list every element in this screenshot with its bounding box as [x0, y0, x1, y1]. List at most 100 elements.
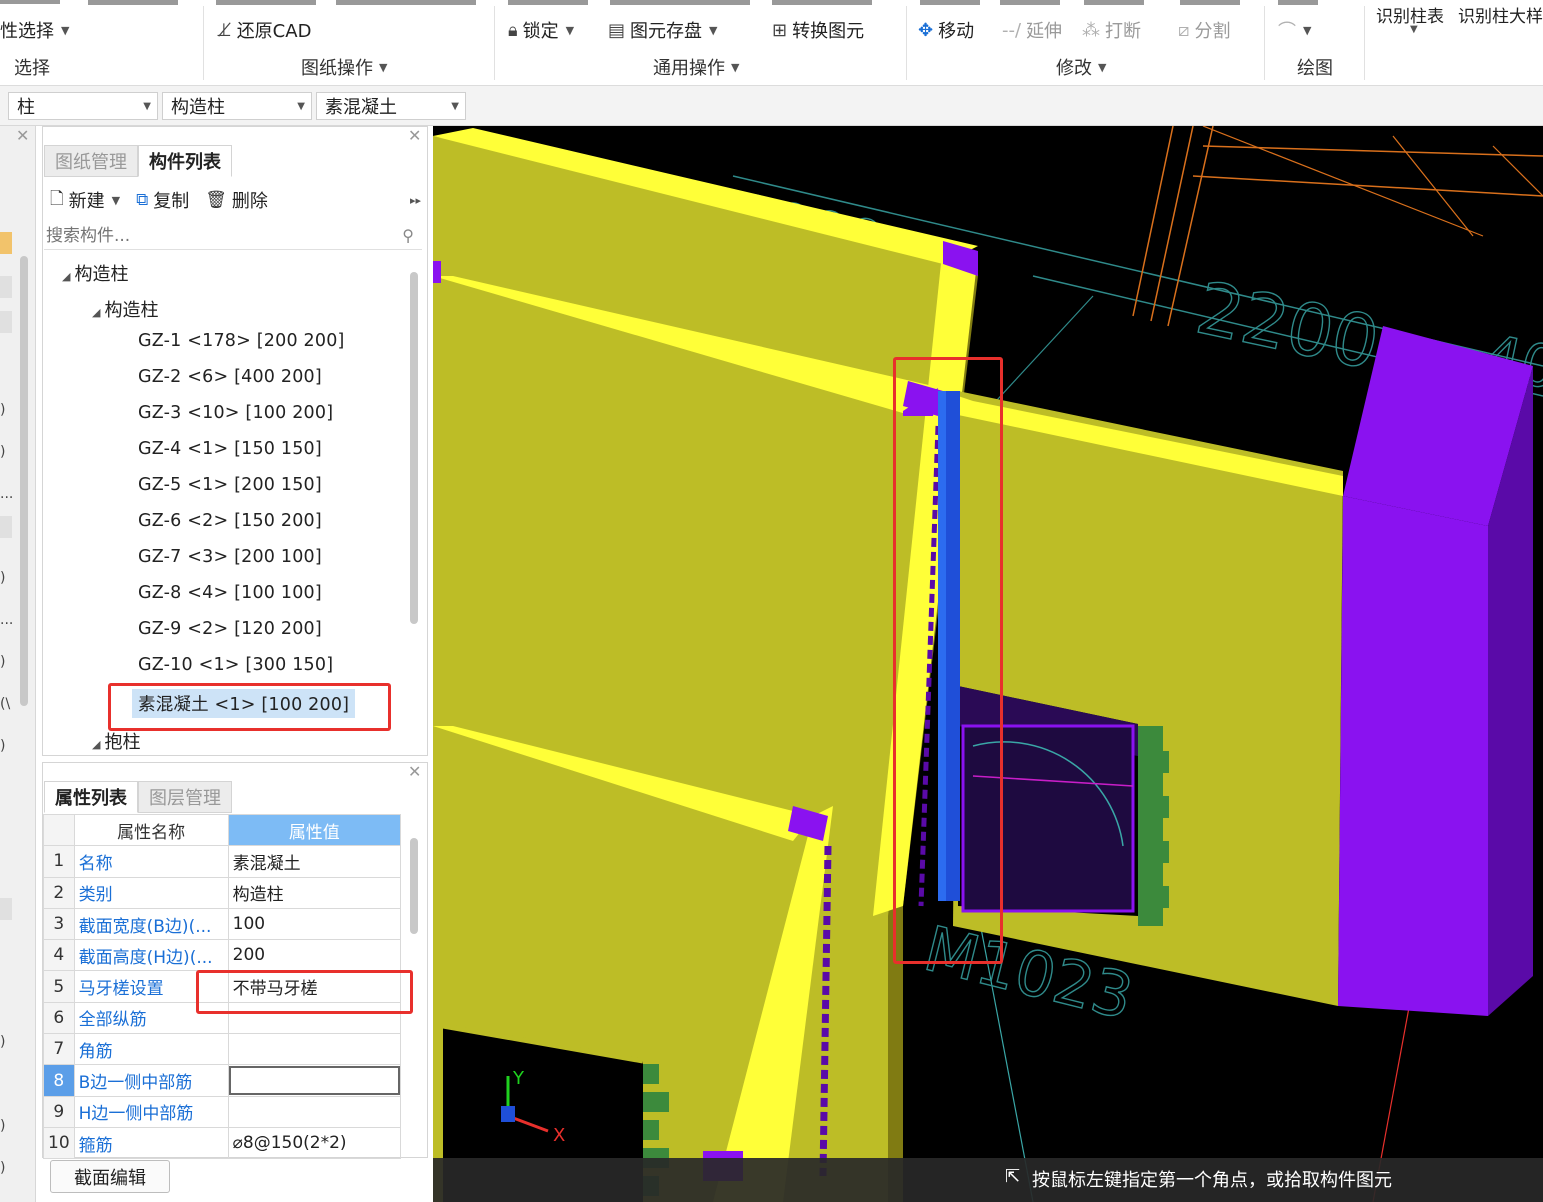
split-button[interactable]: ⧄ 分割 — [1178, 17, 1230, 43]
left-strip-text: ) — [0, 402, 6, 418]
tab-component-list[interactable]: 构件列表 — [138, 145, 232, 177]
identify-large-column-button[interactable]: 识别柱大样 — [1458, 2, 1543, 27]
property-row[interactable]: 10 箍筋 ⌀8@150(2*2) — [43, 1126, 402, 1160]
tree-item-gz-9[interactable]: GZ-9 <2> [120 200] — [138, 619, 322, 639]
property-name: H边一侧中部筋 — [73, 1095, 229, 1128]
expand-toolbar-icon[interactable]: ▸▸ — [410, 194, 421, 207]
ribbon-clipped-row — [772, 0, 872, 5]
break-label: 打断 — [1105, 21, 1141, 42]
property-row[interactable]: 1 名称 素混凝土 — [43, 845, 402, 878]
tree-node-category[interactable]: ◢ 构造柱 — [92, 296, 158, 322]
property-row[interactable]: 3 截面宽度(B边)(... 100 — [43, 907, 402, 941]
save-element-label: 图元存盘 — [630, 21, 703, 42]
property-row[interactable]: 2 类别 构造柱 — [43, 876, 402, 909]
left-panel-tab[interactable] — [0, 311, 12, 333]
new-component-button[interactable]: 🗋︎ 新建 ▼ — [50, 186, 120, 215]
tab-property-list[interactable]: 属性列表 — [44, 781, 138, 813]
row-number: 8 — [43, 1064, 75, 1097]
left-panel-tab[interactable] — [0, 276, 12, 298]
property-value[interactable]: 200 — [227, 939, 402, 972]
convert-element-icon: ⊞ — [772, 19, 788, 41]
tree-item-gz-6[interactable]: GZ-6 <2> [150 200] — [138, 511, 322, 531]
tree-item-gz-3[interactable]: GZ-3 <10> [100 200] — [138, 403, 333, 423]
property-scrollbar-thumb[interactable] — [410, 838, 418, 934]
search-input[interactable] — [46, 225, 386, 246]
ribbon: 性选择 ▼ ⊥̸ 还原CAD 🔒︎ 锁定 ▼ ▤ 图元存盘 ▼ ⊞ 转换图元 ✥ 移动 --/延… — [0, 0, 1543, 86]
left-strip-text: ... — [0, 612, 14, 628]
property-value[interactable] — [227, 1064, 402, 1097]
tree-node-embrace-column[interactable]: ◢ 抱柱 — [92, 728, 140, 752]
tree-item-gz-10[interactable]: GZ-10 <1> [300 150] — [138, 655, 333, 675]
arc-draw-button[interactable]: ⌒ ▼ — [1278, 17, 1311, 43]
save-element-button[interactable]: ▤ 图元存盘 ▼ — [608, 17, 717, 43]
tree-item-gz-4[interactable]: GZ-4 <1> [150 150] — [138, 439, 322, 459]
property-value[interactable]: 构造柱 — [227, 876, 402, 909]
collapse-triangle-icon[interactable]: ◢ — [92, 306, 100, 319]
element-type-combo[interactable]: 柱 ▼ — [8, 92, 158, 120]
delete-label: 删除 — [231, 191, 268, 212]
convert-element-button[interactable]: ⊞ 转换图元 — [772, 17, 864, 43]
tree-item-gz-8[interactable]: GZ-8 <4> [100 100] — [138, 583, 322, 603]
chevron-down-icon[interactable]: ▼ — [1410, 24, 1418, 35]
left-panel-tab[interactable] — [0, 516, 12, 538]
tree-scrollbar-thumb[interactable] — [410, 272, 418, 624]
chevron-down-icon: ▼ — [709, 23, 718, 37]
left-strip-text: ) — [0, 738, 6, 754]
copy-component-button[interactable]: ⧉ 复制 — [136, 187, 189, 213]
search-icon[interactable]: ⚲ — [402, 226, 414, 245]
property-table-header: 属性名称 属性值 — [43, 813, 402, 847]
restore-cad-label: 还原CAD — [236, 21, 312, 42]
element-subtype-combo[interactable]: 构造柱 ▼ — [162, 92, 312, 120]
chevron-down-icon: ▼ — [297, 101, 305, 112]
group-label-drawing-ops-text: 图纸操作 — [301, 58, 373, 79]
column-header-value: 属性值 — [227, 813, 402, 847]
attribute-select-button[interactable]: 性选择 ▼ — [0, 17, 69, 43]
component-combo[interactable]: 素混凝土 ▼ — [316, 92, 466, 120]
left-strip-text: ) — [0, 1118, 6, 1134]
chevron-down-icon: ▼ — [1303, 23, 1312, 37]
break-button[interactable]: ⁂ 打断 — [1082, 17, 1141, 43]
scrollbar-thumb[interactable] — [20, 256, 28, 706]
section-edit-button[interactable]: 截面编辑 — [50, 1160, 170, 1193]
property-row[interactable]: 7 角筋 — [43, 1033, 402, 1066]
property-value[interactable]: 素混凝土 — [227, 845, 402, 878]
column-right[interactable] — [1338, 326, 1533, 1016]
extend-button[interactable]: --/延伸 — [1002, 17, 1062, 43]
collapse-triangle-icon[interactable]: ◢ — [62, 270, 70, 283]
split-icon: ⧄ — [1178, 19, 1190, 41]
tree-node-label: 构造柱 — [104, 300, 159, 321]
property-name: B边一侧中部筋 — [73, 1064, 229, 1097]
tree-item-gz-5[interactable]: GZ-5 <1> [200 150] — [138, 475, 322, 495]
property-row[interactable]: 8 B边一侧中部筋 — [43, 1064, 402, 1097]
close-icon[interactable]: ✕ — [408, 762, 421, 781]
split-label: 分割 — [1194, 21, 1231, 42]
tree-item-gz-2[interactable]: GZ-2 <6> [400 200] — [138, 367, 322, 387]
group-label-modify[interactable]: 修改 ▼ — [1056, 54, 1106, 80]
property-row[interactable]: 4 截面高度(H边)(... 200 — [43, 939, 402, 972]
group-label-common-ops[interactable]: 通用操作 ▼ — [653, 54, 739, 80]
group-label-drawing-ops[interactable]: 图纸操作 ▼ — [301, 54, 387, 80]
left-panel-tab[interactable] — [0, 898, 12, 920]
left-strip-text: ) — [0, 654, 6, 670]
property-value[interactable]: 100 — [227, 907, 402, 941]
restore-cad-button[interactable]: ⊥̸ 还原CAD — [216, 17, 311, 43]
move-button[interactable]: ✥ 移动 — [918, 17, 974, 43]
lock-button[interactable]: 🔒︎ 锁定 ▼ — [508, 17, 574, 43]
collapse-triangle-icon[interactable]: ◢ — [92, 738, 100, 751]
close-icon[interactable]: ✕ — [408, 126, 421, 145]
axis-x-label: X — [553, 1125, 565, 1146]
property-value[interactable] — [227, 1033, 402, 1066]
tree-node-root[interactable]: ◢ 构造柱 — [62, 260, 128, 286]
convert-element-label: 转换图元 — [792, 21, 865, 42]
tree-item-gz-7[interactable]: GZ-7 <3> [200 100] — [138, 547, 322, 567]
delete-component-button[interactable]: 🗑︎ 删除 — [205, 187, 268, 213]
tab-drawing-management[interactable]: 图纸管理 — [44, 145, 138, 177]
close-icon[interactable]: ✕ — [16, 126, 29, 145]
property-value[interactable]: ⌀8@150(2*2) — [227, 1126, 402, 1160]
property-value[interactable] — [227, 1095, 402, 1128]
property-row[interactable]: 9 H边一侧中部筋 — [43, 1095, 402, 1128]
left-panel-tab[interactable] — [0, 232, 12, 254]
row-number: 6 — [43, 1001, 75, 1035]
tree-item-gz-1[interactable]: GZ-1 <178> [200 200] — [138, 331, 345, 351]
tab-layer-management[interactable]: 图层管理 — [138, 781, 232, 813]
